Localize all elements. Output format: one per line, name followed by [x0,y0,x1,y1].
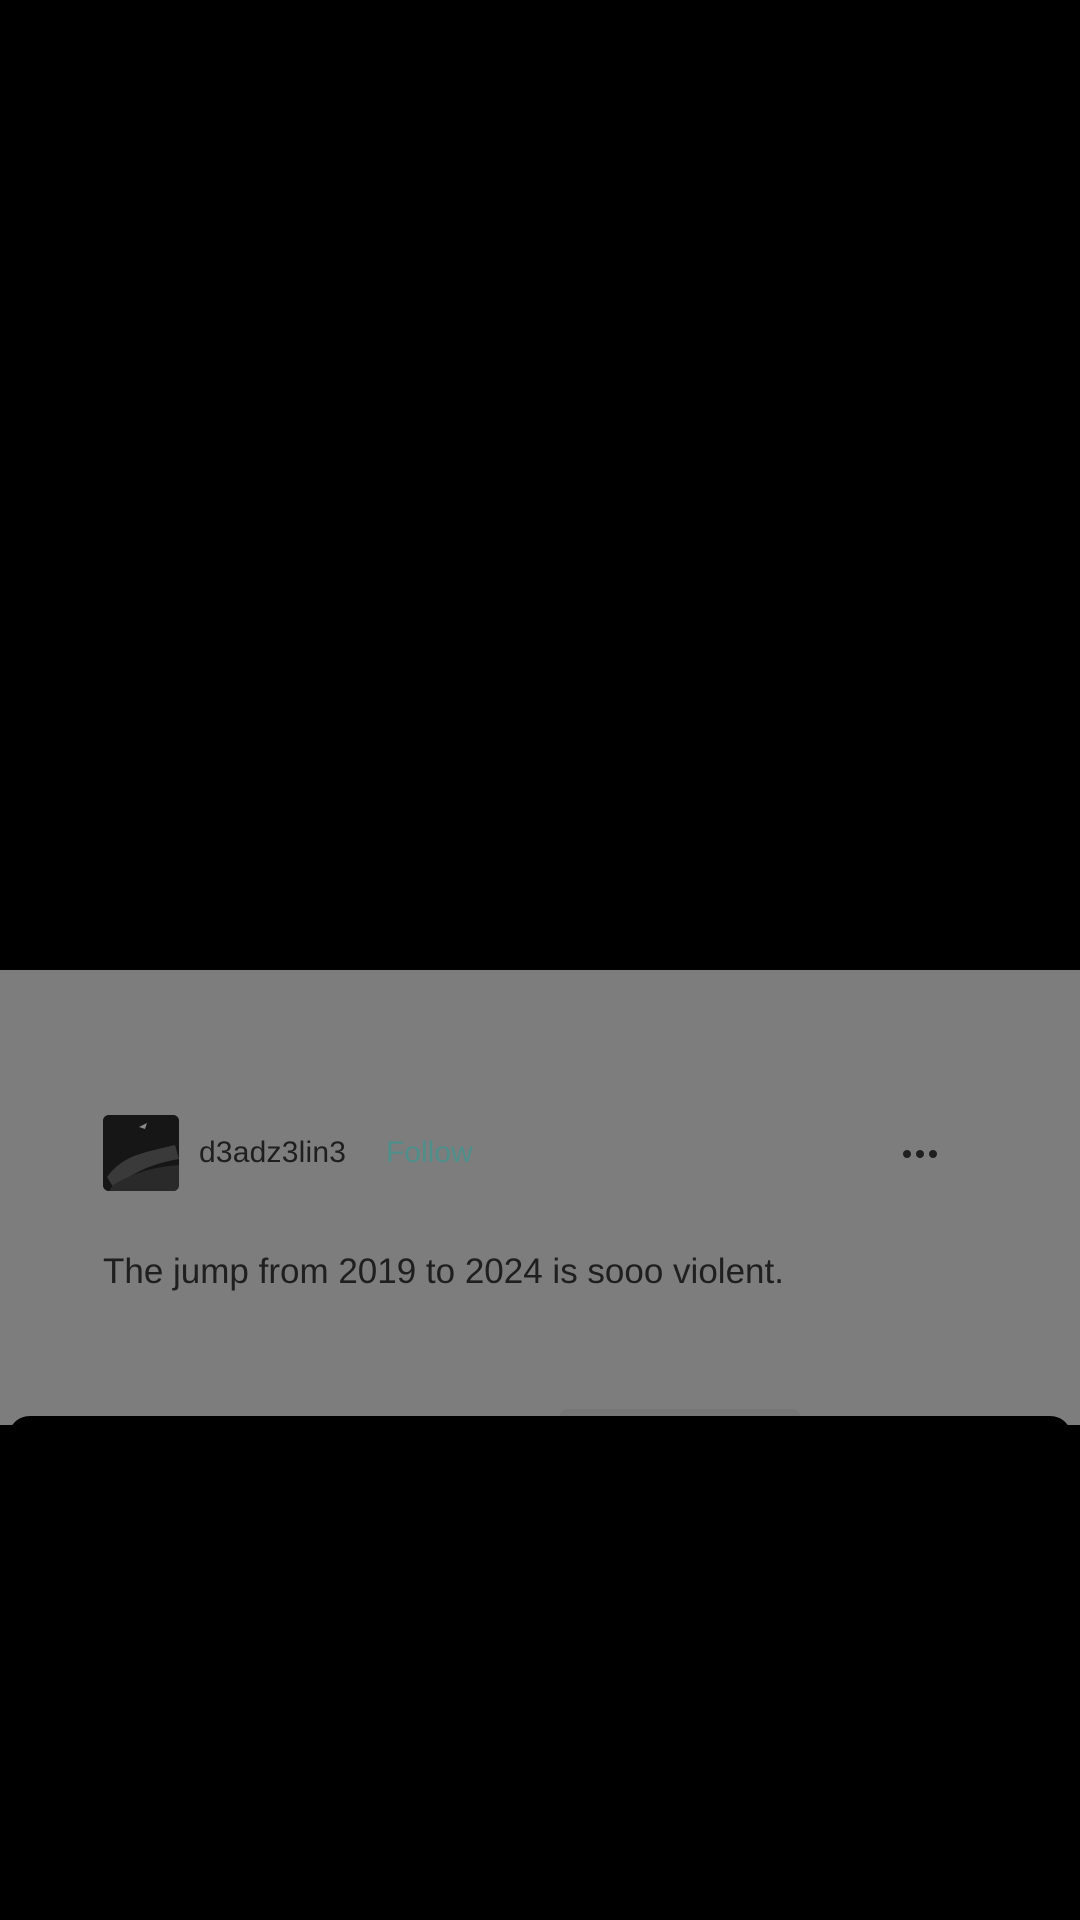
screen: d3adz3lin3 Follow The jump from 2019 to … [0,0,1080,1920]
post-card: d3adz3lin3 Follow The jump from 2019 to … [0,970,1080,1425]
avatar-image [103,1115,179,1191]
follow-button[interactable]: Follow [386,1135,473,1171]
video-black-area [0,0,1080,970]
username[interactable]: d3adz3lin3 [199,1135,346,1171]
video-black-area-bottom [8,1416,1072,1920]
avatar[interactable] [103,1115,179,1191]
post-body-text: The jump from 2019 to 2024 is sooo viole… [103,1252,784,1291]
more-options-button[interactable] [895,1139,945,1169]
more-horizontal-icon [895,1139,945,1169]
post-header: d3adz3lin3 Follow [103,1115,953,1191]
